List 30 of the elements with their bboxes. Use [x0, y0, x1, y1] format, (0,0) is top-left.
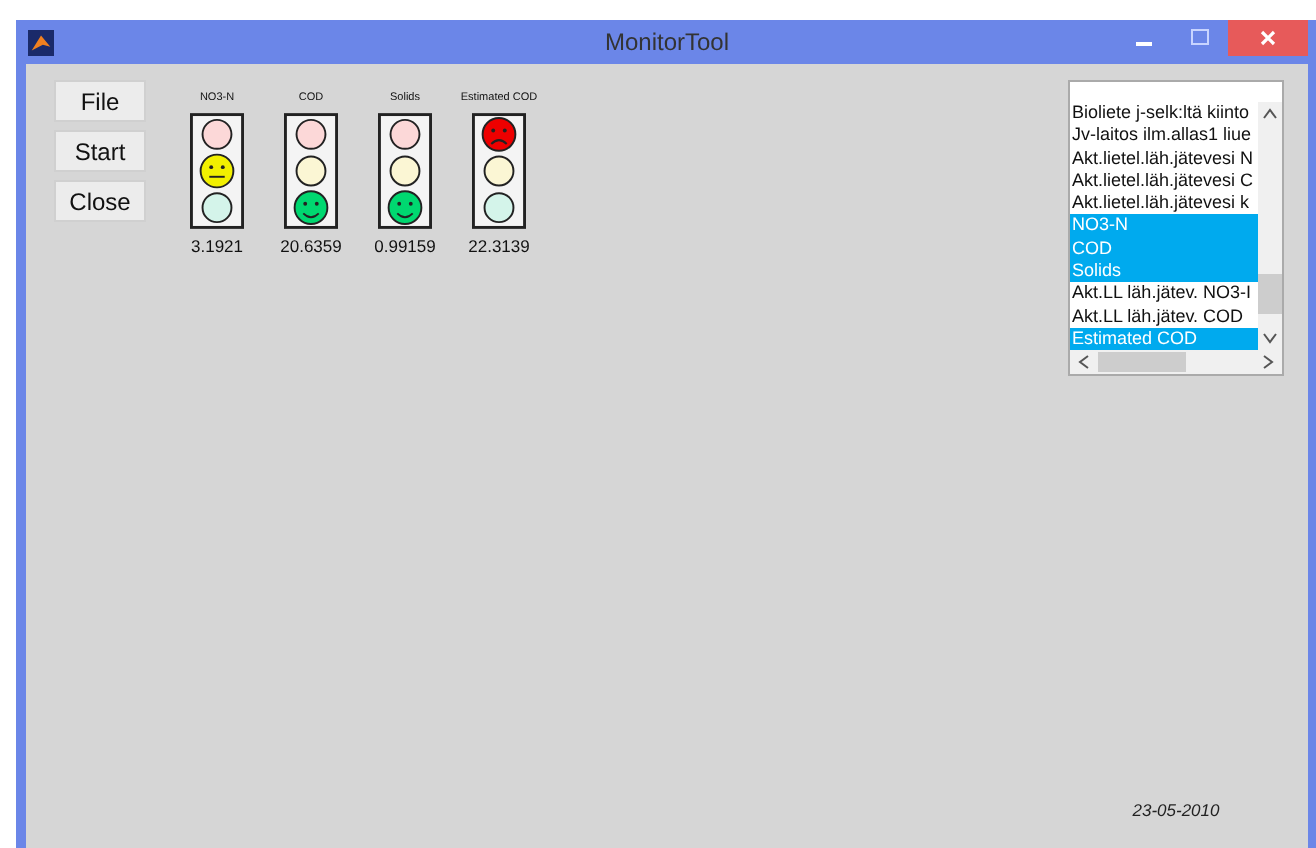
minimize-icon: [1136, 42, 1152, 46]
window-title: MonitorTool: [604, 28, 730, 56]
maximize-icon: [1190, 28, 1210, 48]
list-item[interactable]: Bioliete j-selk:ltä kiinto: [1070, 102, 1258, 125]
horizontal-scrollbar[interactable]: [1070, 350, 1282, 375]
value-label: 3.1921: [191, 236, 243, 256]
close-button[interactable]: [1228, 20, 1308, 56]
scroll-up-icon[interactable]: [1262, 108, 1278, 120]
close-icon: [1258, 28, 1278, 48]
value-label: 22.3139: [468, 236, 530, 256]
signal-listbox[interactable]: [1068, 80, 1284, 377]
value-label: 20.6359: [280, 236, 342, 256]
scrollbar-thumb[interactable]: [1098, 352, 1186, 373]
menu-button[interactable]: File: [54, 80, 146, 122]
list-item[interactable]: Akt.lietel.läh.jätevesi k: [1070, 192, 1258, 215]
list-item[interactable]: Akt.LL läh.jätev. COD: [1070, 305, 1258, 328]
scroll-left-icon[interactable]: [1078, 354, 1090, 371]
scroll-right-icon[interactable]: [1262, 354, 1274, 371]
value-label: 0.99159: [374, 236, 436, 256]
list-item[interactable]: Akt.lietel.läh.jätevesi N: [1070, 147, 1258, 170]
list-item[interactable]: Akt.lietel.läh.jätevesi C: [1070, 169, 1258, 193]
list-item[interactable]: Akt.LL läh.jätev. NO3-I: [1070, 282, 1258, 306]
menu-button[interactable]: Close: [54, 180, 146, 222]
vertical-scrollbar[interactable]: [1258, 102, 1282, 351]
menu-button[interactable]: Start: [54, 130, 146, 172]
date-label: 23-05-2010: [1132, 800, 1220, 820]
scroll-down-icon[interactable]: [1262, 332, 1278, 345]
list-item[interactable]: Jv-laitos ilm.allas1 liue: [1070, 124, 1258, 148]
app-icon: [28, 29, 54, 55]
scrollbar-thumb[interactable]: [1258, 274, 1282, 315]
